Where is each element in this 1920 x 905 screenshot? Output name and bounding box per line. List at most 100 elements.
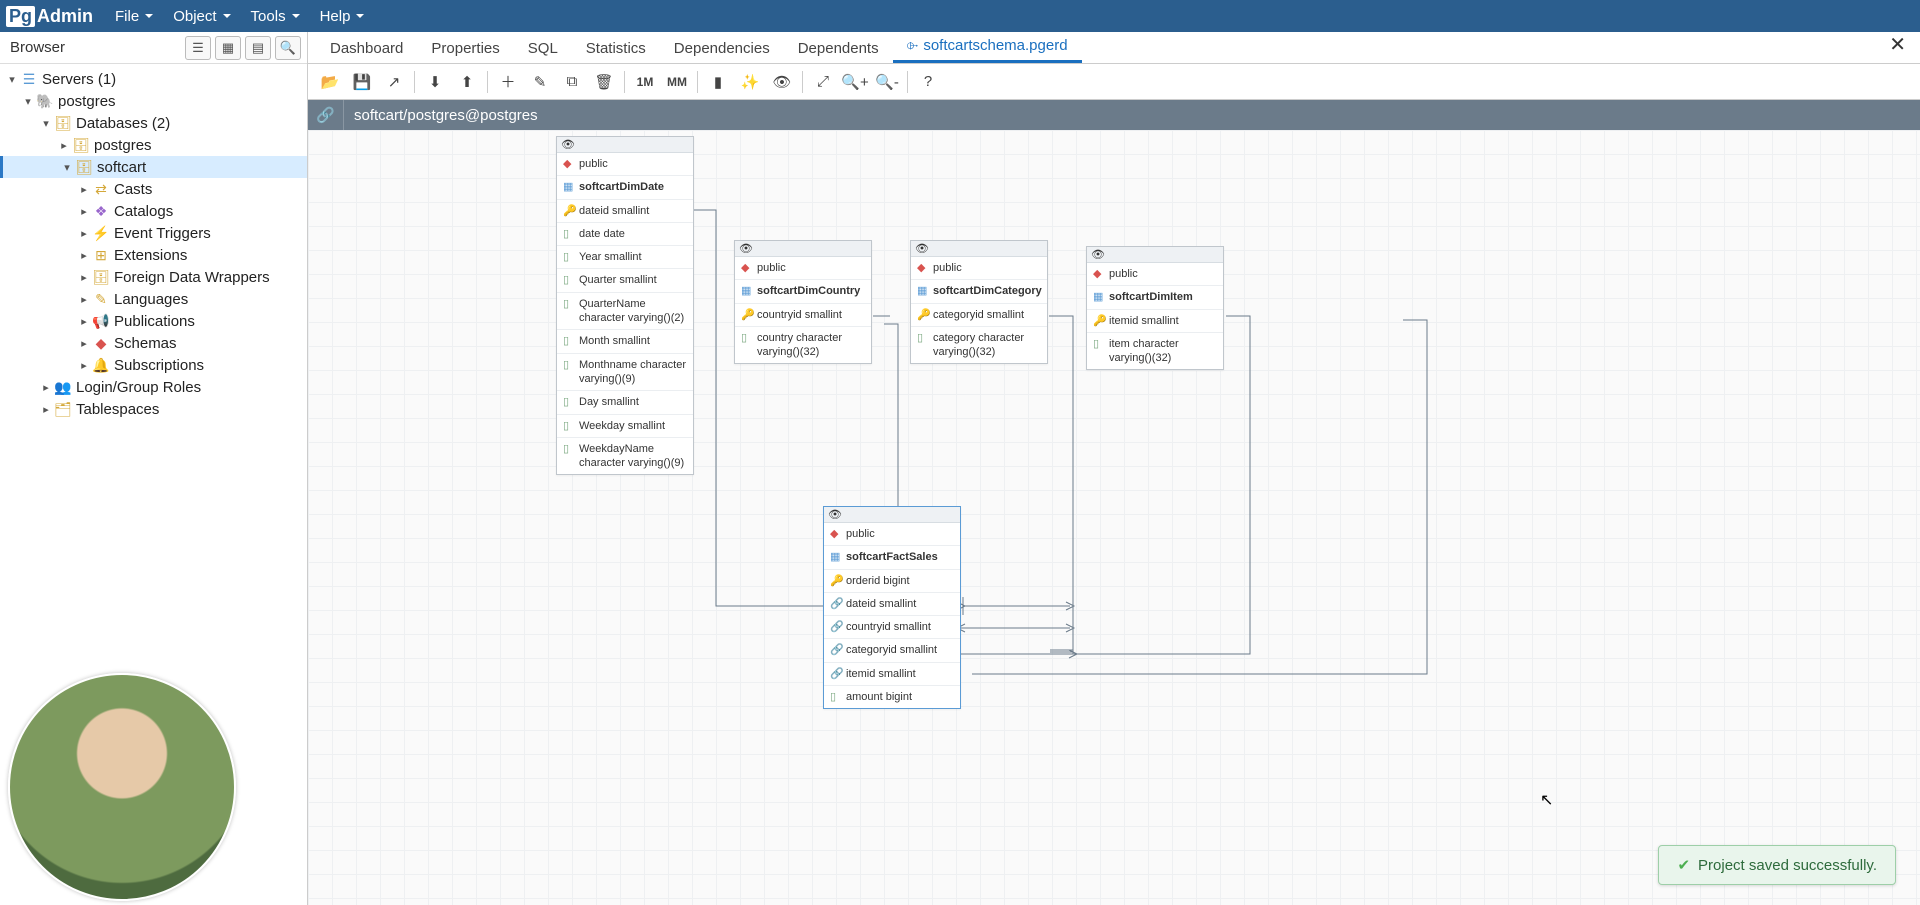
tool-one-many[interactable]: 1M [629, 68, 661, 96]
tree-databases[interactable]: ▾🗄Databases (2) [0, 112, 307, 134]
col-icon: ▯ [830, 690, 842, 704]
browser-tool-3[interactable]: ▤ [245, 36, 271, 60]
save-toast: ✔ Project saved successfully. [1658, 845, 1896, 885]
tool-zoom-out-icon[interactable]: 🔍- [871, 68, 903, 96]
tool-help-icon[interactable]: ? [912, 68, 944, 96]
browser-search-icon[interactable]: 🔍 [275, 36, 301, 60]
tool-clone-icon[interactable]: ⧉ [556, 68, 588, 96]
mouse-cursor-icon: ↖ [1540, 790, 1553, 810]
tool-open-icon[interactable]: 📂 [314, 68, 346, 96]
connection-link-icon[interactable]: 🔗 [308, 100, 344, 130]
tool-sql-download-icon[interactable]: ⬇ [419, 68, 451, 96]
tab-dashboard[interactable]: Dashboard [316, 34, 417, 63]
main-menubar: PgAdmin File Object Tools Help [0, 0, 1920, 32]
col-icon: ▯ [563, 273, 575, 287]
erd-canvas[interactable]: 👁 ◆public ▦softcartDimDate 🔑dateid small… [308, 130, 1920, 905]
col-icon: ▯ [741, 331, 753, 345]
tree-servers[interactable]: ▾☰Servers (1) [0, 68, 307, 90]
tree-fdw[interactable]: ▸🗄Foreign Data Wrappers [0, 266, 307, 288]
browser-tool-2[interactable]: ▦ [215, 36, 241, 60]
toast-text: Project saved successfully. [1698, 857, 1877, 874]
tree-server-postgres[interactable]: ▾🐘postgres [0, 90, 307, 112]
eye-icon[interactable]: 👁 [1091, 248, 1105, 261]
erd-icon: ⌱ [907, 37, 919, 54]
entity-dimdate[interactable]: 👁 ◆public ▦softcartDimDate 🔑dateid small… [556, 136, 694, 475]
fk-icon: 🔗 [830, 597, 842, 611]
eye-icon[interactable]: 👁 [739, 242, 753, 255]
entity-factsales[interactable]: 👁 ◆public ▦softcartFactSales 🔑orderid bi… [823, 506, 961, 709]
tree-db-postgres[interactable]: ▸🗄postgres [0, 134, 307, 156]
table-icon: ▦ [1093, 290, 1105, 304]
tree-languages[interactable]: ▸✎Languages [0, 288, 307, 310]
tool-sql-upload-icon[interactable]: ⬆ [451, 68, 483, 96]
browser-title: Browser [10, 39, 65, 56]
connection-bar: 🔗 softcart/postgres@postgres [308, 100, 1920, 130]
tree-subscriptions[interactable]: ▸🔔Subscriptions [0, 354, 307, 376]
fk-icon: 🔗 [830, 620, 842, 634]
eye-icon[interactable]: 👁 [915, 242, 929, 255]
col-icon: ▯ [563, 395, 575, 409]
menu-help[interactable]: Help [310, 8, 375, 25]
key-icon: 🔑 [563, 204, 575, 218]
tab-statistics[interactable]: Statistics [572, 34, 660, 63]
tree-login-roles[interactable]: ▸👥Login/Group Roles [0, 376, 307, 398]
eye-icon[interactable]: 👁 [828, 508, 842, 521]
entity-dimcategory[interactable]: 👁 ◆public ▦softcartDimCategory 🔑category… [910, 240, 1048, 364]
menu-object[interactable]: Object [163, 8, 240, 25]
key-icon: 🔑 [1093, 314, 1105, 328]
browser-header: Browser ☰ ▦ ▤ 🔍 [0, 32, 307, 64]
tool-many-many[interactable]: MM [661, 68, 693, 96]
tree-publications[interactable]: ▸📢Publications [0, 310, 307, 332]
eye-icon[interactable]: 👁 [561, 138, 575, 151]
schema-icon: ◆ [830, 527, 842, 541]
logo-pg-badge: Pg [6, 6, 35, 27]
tab-erd[interactable]: ⌱softcartschema.pgerd [893, 31, 1082, 63]
tree-catalogs[interactable]: ▸❖Catalogs [0, 200, 307, 222]
content-tabs: Dashboard Properties SQL Statistics Depe… [308, 32, 1920, 64]
menu-file[interactable]: File [105, 8, 163, 25]
tool-show-icon[interactable]: 👁 [766, 68, 798, 96]
tab-close-icon[interactable]: ✕ [1875, 26, 1920, 63]
table-icon: ▦ [830, 550, 842, 564]
tree-tablespaces[interactable]: ▸🗂Tablespaces [0, 398, 307, 420]
tool-note-icon[interactable]: ▮ [702, 68, 734, 96]
tab-dependencies[interactable]: Dependencies [660, 34, 784, 63]
tree-event-triggers[interactable]: ▸⚡Event Triggers [0, 222, 307, 244]
tool-fit-icon[interactable]: ⤢ [807, 68, 839, 96]
col-icon: ▯ [563, 227, 575, 241]
col-icon: ▯ [563, 419, 575, 433]
tool-add-table-icon[interactable]: ＋ [492, 68, 524, 96]
tree-casts[interactable]: ▸⇄Casts [0, 178, 307, 200]
tree-schemas[interactable]: ▸◆Schemas [0, 332, 307, 354]
app-logo: PgAdmin [6, 6, 105, 27]
browser-tool-1[interactable]: ☰ [185, 36, 211, 60]
schema-icon: ◆ [1093, 267, 1105, 281]
entity-dimitem[interactable]: 👁 ◆public ▦softcartDimItem 🔑itemid small… [1086, 246, 1224, 370]
tool-save-icon[interactable]: 💾 [346, 68, 378, 96]
col-icon: ▯ [563, 250, 575, 264]
tool-zoom-in-icon[interactable]: 🔍+ [839, 68, 871, 96]
col-icon: ▯ [1093, 337, 1105, 351]
logo-admin-text: Admin [37, 6, 93, 27]
entity-dimcountry[interactable]: 👁 ◆public ▦softcartDimCountry 🔑countryid… [734, 240, 872, 364]
tool-auto-icon[interactable]: ✨ [734, 68, 766, 96]
col-icon: ▯ [563, 334, 575, 348]
tree-db-softcart[interactable]: ▾🗄softcart [0, 156, 307, 178]
tab-sql[interactable]: SQL [514, 34, 572, 63]
object-tree: ▾☰Servers (1) ▾🐘postgres ▾🗄Databases (2)… [0, 64, 307, 420]
key-icon: 🔑 [741, 308, 753, 322]
key-icon: 🔑 [830, 574, 842, 588]
col-icon: ▯ [563, 442, 575, 456]
tool-edit-icon[interactable]: ✎ [524, 68, 556, 96]
browser-sidebar: Browser ☰ ▦ ▤ 🔍 ▾☰Servers (1) ▾🐘postgres… [0, 32, 308, 905]
table-icon: ▦ [563, 180, 575, 194]
tree-extensions[interactable]: ▸⊞Extensions [0, 244, 307, 266]
schema-icon: ◆ [741, 261, 753, 275]
tab-dependents[interactable]: Dependents [784, 34, 893, 63]
col-icon: ▯ [917, 331, 929, 345]
fk-icon: 🔗 [830, 643, 842, 657]
menu-tools[interactable]: Tools [241, 8, 310, 25]
tool-delete-icon[interactable]: 🗑 [588, 68, 620, 96]
tool-export-icon[interactable]: ↗ [378, 68, 410, 96]
tab-properties[interactable]: Properties [417, 34, 513, 63]
